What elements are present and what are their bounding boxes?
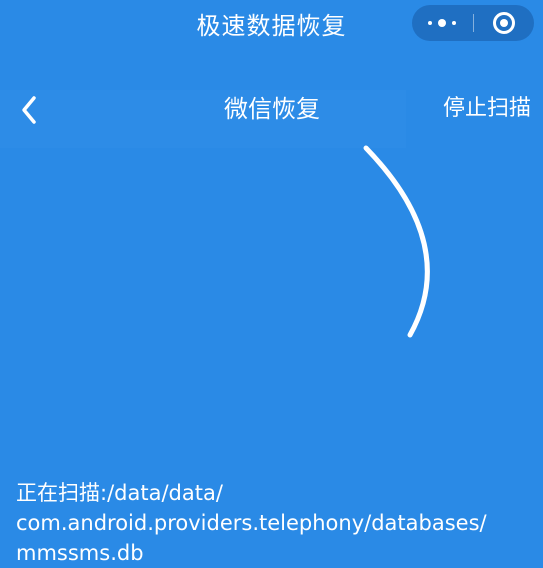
- scan-status: 正在扫描:/data/data/ com.android.providers.t…: [16, 478, 536, 568]
- scan-status-line: 正在扫描:/data/data/: [16, 481, 223, 505]
- scan-status-line: mmssms.db: [16, 541, 144, 565]
- scan-status-line: com.android.providers.telephony/database…: [16, 511, 487, 535]
